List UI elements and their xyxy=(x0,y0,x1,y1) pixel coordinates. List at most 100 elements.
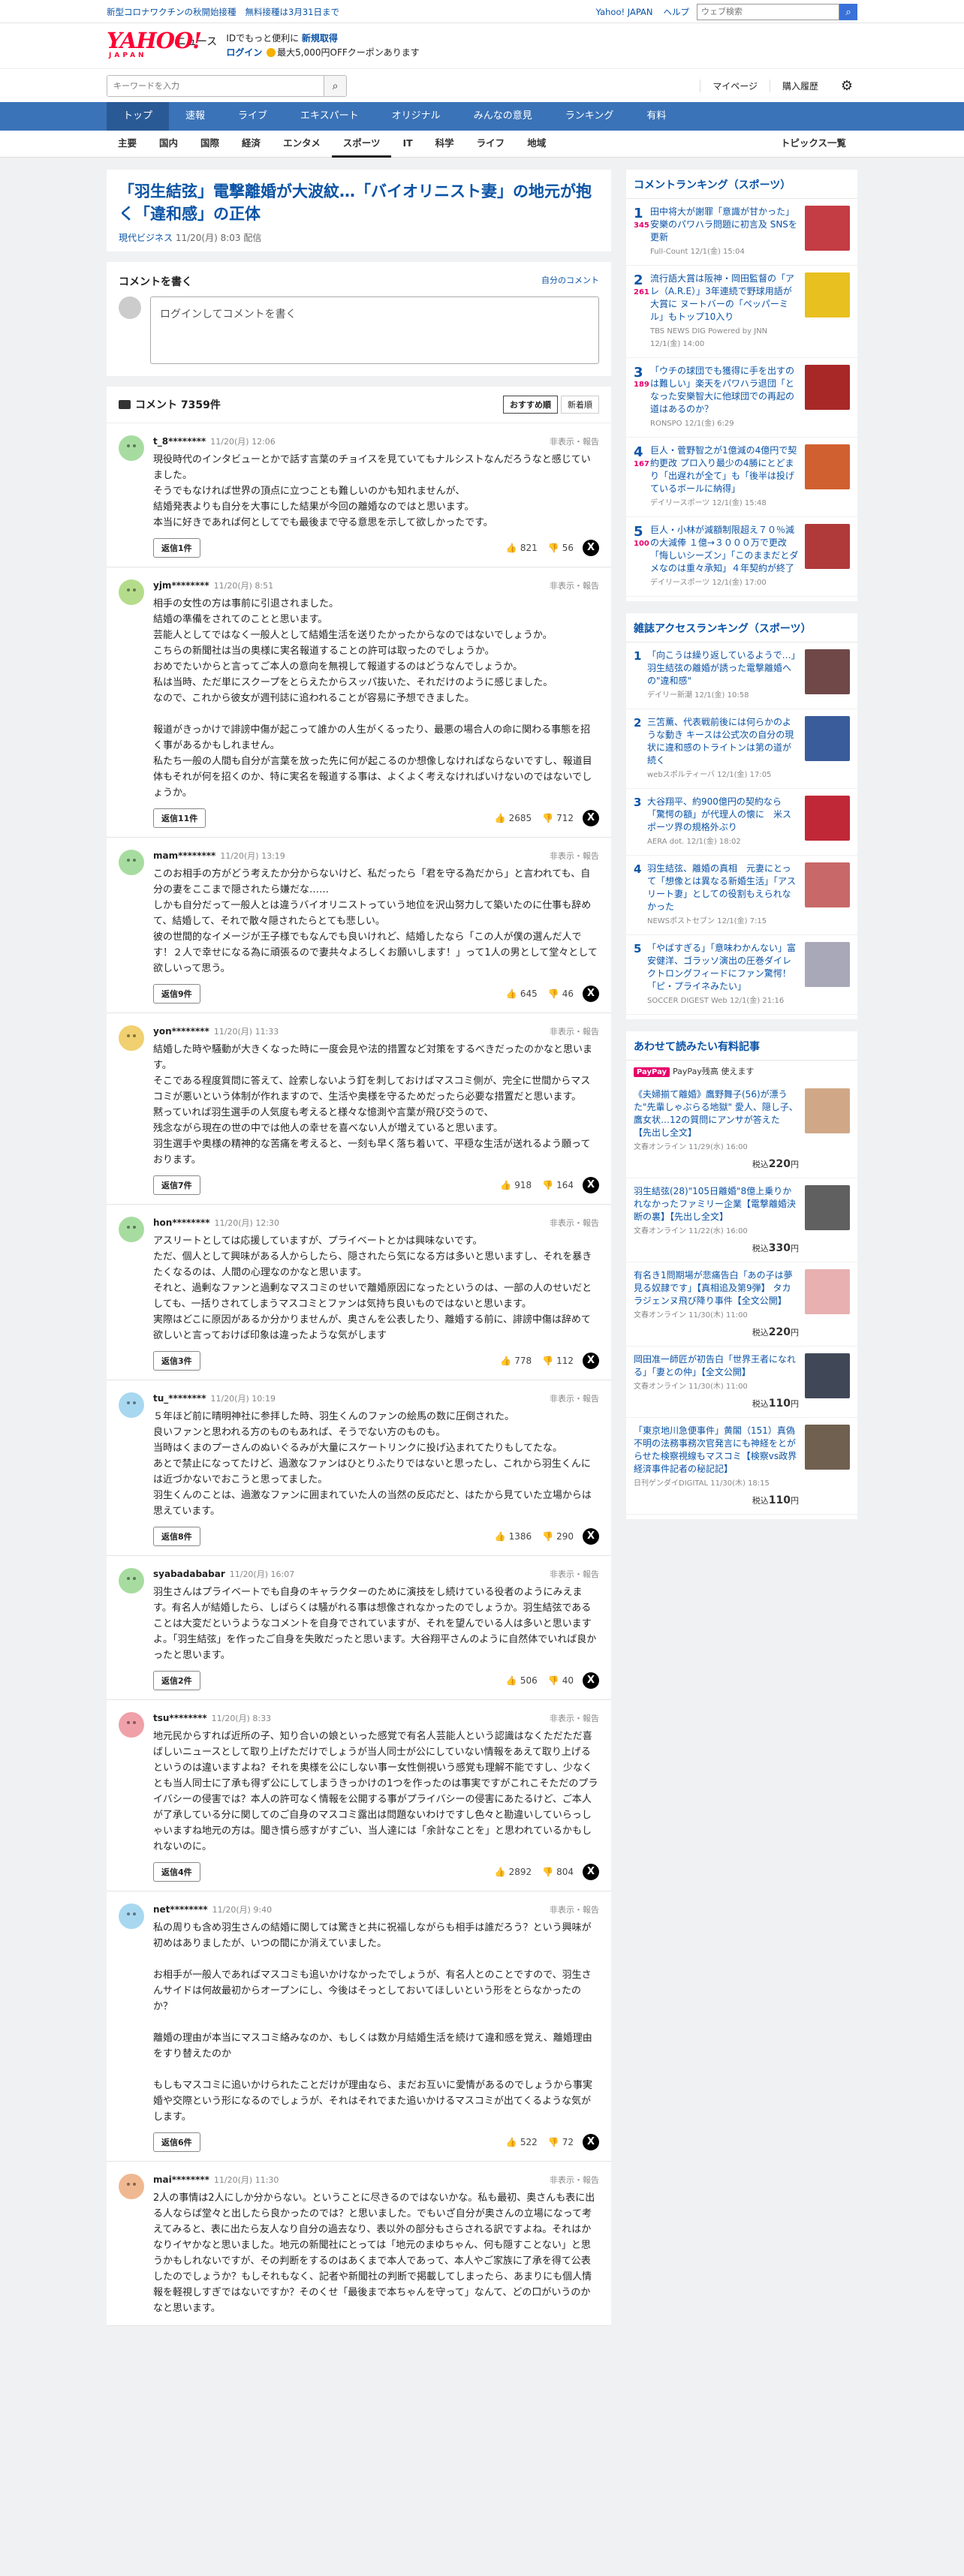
comment-user[interactable]: mai******** xyxy=(153,2174,209,2185)
access-thumbnail[interactable] xyxy=(805,649,850,694)
article-title[interactable]: 「羽生結弦」電撃離婚が大波紋…「バイオリニスト妻」の地元が抱く「違和感」の正体 xyxy=(119,180,599,225)
x-share-icon[interactable]: X xyxy=(583,986,599,1002)
dislike-button[interactable]: 👎 112 xyxy=(542,1356,574,1366)
dislike-button[interactable]: 👎 164 xyxy=(542,1180,574,1190)
comment-user[interactable]: yjm******** xyxy=(153,580,209,591)
x-share-icon[interactable]: X xyxy=(583,810,599,826)
ranking-item[interactable]: 5 100 巨人・小林が減額制限超え７０％減の大減俸 １億→３０００万で更改「悔しい… xyxy=(626,517,857,597)
tab-domestic[interactable]: 国内 xyxy=(148,131,189,158)
paid-headline[interactable]: 羽生結弦(28)"105日離婚"8億上乗りかれなかったファミリー企業【電撃離婚決… xyxy=(634,1185,799,1223)
web-search-button[interactable]: ⌕ xyxy=(839,3,857,20)
dislike-button[interactable]: 👎 56 xyxy=(548,543,574,553)
paid-headline[interactable]: 「東京地川急便事件」黄閣（151）真偽不明の法務事務次官発言にも神経をとがらせた… xyxy=(634,1425,799,1476)
dislike-button[interactable]: 👎 804 xyxy=(542,1867,574,1877)
dislike-button[interactable]: 👎 46 xyxy=(548,989,574,999)
paid-item[interactable]: 有名き1問期場が悲痛告白「あの子は夢見る奴隷です」【真相追及第9弾】 タカラジェ… xyxy=(626,1262,857,1347)
paid-headline[interactable]: 岡田准一師匠が初告白「世界王者になれる」「妻との仲」【全文公開】 xyxy=(634,1353,799,1379)
access-item[interactable]: 3 大谷翔平、約900億円の契約なら「驚愕の額」が代理人の懐に 米スポーツ界の規格… xyxy=(626,789,857,856)
gnav-original[interactable]: オリジナル xyxy=(375,102,457,131)
topics-list-link[interactable]: トピックス一覧 xyxy=(770,131,857,158)
dislike-button[interactable]: 👎 712 xyxy=(542,813,574,823)
comment-textarea[interactable]: ログインしてコメントを書く xyxy=(150,296,599,364)
ranking-item[interactable]: 4 167 巨人・菅野智之が1億減の4億円で契約更改 プロ入り最少の4勝にとどまり「… xyxy=(626,438,857,517)
ranking-item[interactable]: 3 189 「ウチの球団でも獲得に手を出すのは難しい」楽天をパワハラ退団「となった安… xyxy=(626,358,857,438)
paid-item[interactable]: 《夫婦揃て離婚》鷹野舞子(56)が漂うた"先輩しゃぶらる地獄" 愛人、隠し子、鷹… xyxy=(626,1082,857,1178)
sort-newest[interactable]: 新着順 xyxy=(561,396,599,414)
like-button[interactable]: 👍 918 xyxy=(500,1180,532,1190)
tab-it[interactable]: IT xyxy=(391,131,423,158)
keyword-input[interactable] xyxy=(107,76,324,96)
login-link[interactable]: ログイン xyxy=(226,47,262,58)
keyword-search-button[interactable]: ⌕ xyxy=(324,76,346,96)
x-share-icon[interactable]: X xyxy=(583,540,599,556)
paid-item[interactable]: 「東京地川急便事件」黄閣（151）真偽不明の法務事務次官発言にも神経をとがらせた… xyxy=(626,1418,857,1515)
reply-button[interactable]: 返信7件 xyxy=(153,1175,200,1195)
reply-button[interactable]: 返信8件 xyxy=(153,1527,200,1546)
reply-button[interactable]: 返信4件 xyxy=(153,1862,200,1882)
comment-user[interactable]: tu_******** xyxy=(153,1393,206,1404)
x-share-icon[interactable]: X xyxy=(583,1528,599,1545)
ranking-thumbnail[interactable] xyxy=(805,365,850,410)
dislike-button[interactable]: 👎 290 xyxy=(542,1531,574,1542)
access-headline[interactable]: 大谷翔平、約900億円の契約なら「驚愕の額」が代理人の懐に 米スポーツ界の規格外… xyxy=(647,796,799,834)
access-item[interactable]: 2 三笘薫、代表戦前後には何らかのような動き キースは公式次の自分の現状に違和感の… xyxy=(626,709,857,789)
tab-life[interactable]: ライフ xyxy=(465,131,517,158)
paid-item[interactable]: 岡田准一師匠が初告白「世界王者になれる」「妻との仲」【全文公開】 文春オンライン … xyxy=(626,1347,857,1418)
tab-main[interactable]: 主要 xyxy=(107,131,148,158)
hide-report-link[interactable]: 非表示・報告 xyxy=(550,1903,599,1915)
web-search-input[interactable] xyxy=(697,3,839,20)
paid-thumbnail[interactable] xyxy=(805,1353,850,1398)
like-button[interactable]: 👍 522 xyxy=(506,2137,538,2147)
access-item[interactable]: 4 羽生結弦、離婚の真相 元妻にとって「想像とは異なる新婚生活」「アスリート妻」と… xyxy=(626,856,857,935)
access-headline[interactable]: 三笘薫、代表戦前後には何らかのような動き キースは公式次の自分の現状に違和感のト… xyxy=(647,716,799,767)
ranking-thumbnail[interactable] xyxy=(805,524,850,569)
access-thumbnail[interactable] xyxy=(805,796,850,841)
mypage-link[interactable]: マイページ xyxy=(700,80,770,92)
access-thumbnail[interactable] xyxy=(805,716,850,761)
gnav-top[interactable]: トップ xyxy=(107,102,170,131)
x-share-icon[interactable]: X xyxy=(583,1864,599,1880)
hide-report-link[interactable]: 非表示・報告 xyxy=(550,850,599,862)
gnav-live[interactable]: ライブ xyxy=(221,102,284,131)
yahoo-news-logo[interactable]: YAHOO! JAPAN xyxy=(107,29,202,62)
comment-user[interactable]: yon******** xyxy=(153,1026,209,1037)
paid-thumbnail[interactable] xyxy=(805,1185,850,1230)
ranking-headline[interactable]: 巨人・菅野智之が1億減の4億円で契約更改 プロ入り最少の4勝にとどまり「出遅れが… xyxy=(650,444,799,495)
reply-button[interactable]: 返信3件 xyxy=(153,1351,200,1371)
comment-user[interactable]: hon******** xyxy=(153,1217,210,1228)
sort-recommended[interactable]: おすすめ順 xyxy=(503,396,558,414)
tab-local[interactable]: 地域 xyxy=(516,131,557,158)
ranking-item[interactable]: 2 261 流行語大賞は阪神・岡田監督の「アレ（A.R.E）」3年連続で野球用語が大… xyxy=(626,266,857,358)
access-thumbnail[interactable] xyxy=(805,862,850,907)
promo-link-free[interactable]: 無料接種は3月31日まで xyxy=(246,6,339,18)
hide-report-link[interactable]: 非表示・報告 xyxy=(550,579,599,591)
paid-item[interactable]: 羽生結弦(28)"105日離婚"8億上乗りかれなかったファミリー企業【電撃離婚決… xyxy=(626,1178,857,1262)
ranking-thumbnail[interactable] xyxy=(805,272,850,317)
signup-link[interactable]: 新規取得 xyxy=(302,33,338,44)
paid-thumbnail[interactable] xyxy=(805,1425,850,1470)
gnav-flash[interactable]: 速報 xyxy=(169,102,221,131)
reply-button[interactable]: 返信1件 xyxy=(153,538,200,558)
comment-user[interactable]: net******** xyxy=(153,1904,208,1915)
hide-report-link[interactable]: 非表示・報告 xyxy=(550,2174,599,2186)
x-share-icon[interactable]: X xyxy=(583,1353,599,1369)
access-headline[interactable]: 「向こうは繰り返しているようで…」 羽生結弦の離婚が誘った電撃離婚への"違和感" xyxy=(647,649,805,688)
history-link[interactable]: 購入履歴 xyxy=(769,80,830,92)
reply-button[interactable]: 返信2件 xyxy=(153,1671,200,1690)
hide-report-link[interactable]: 非表示・報告 xyxy=(550,1568,599,1580)
hide-report-link[interactable]: 非表示・報告 xyxy=(550,1712,599,1724)
tab-economy[interactable]: 経済 xyxy=(230,131,272,158)
help-link[interactable]: ヘルプ xyxy=(664,6,690,18)
like-button[interactable]: 👍 2685 xyxy=(495,813,532,823)
hide-report-link[interactable]: 非表示・報告 xyxy=(550,1392,599,1404)
article-source[interactable]: 現代ビジネス xyxy=(119,233,173,243)
paid-headline[interactable]: 《夫婦揃て離婚》鷹野舞子(56)が漂うた"先輩しゃぶらる地獄" 愛人、隠し子、鷹… xyxy=(634,1088,799,1139)
like-button[interactable]: 👍 645 xyxy=(506,989,538,999)
paid-thumbnail[interactable] xyxy=(805,1269,850,1314)
gnav-ranking[interactable]: ランキング xyxy=(549,102,631,131)
access-headline[interactable]: 「やばすぎる」「意味わかんない」富安健洋、ゴラッソ演出の圧巻ダイレクトロングフィ… xyxy=(647,942,799,993)
access-thumbnail[interactable] xyxy=(805,942,850,987)
like-button[interactable]: 👍 778 xyxy=(500,1356,532,1366)
hide-report-link[interactable]: 非表示・報告 xyxy=(550,1025,599,1037)
tab-science[interactable]: 科学 xyxy=(424,131,465,158)
